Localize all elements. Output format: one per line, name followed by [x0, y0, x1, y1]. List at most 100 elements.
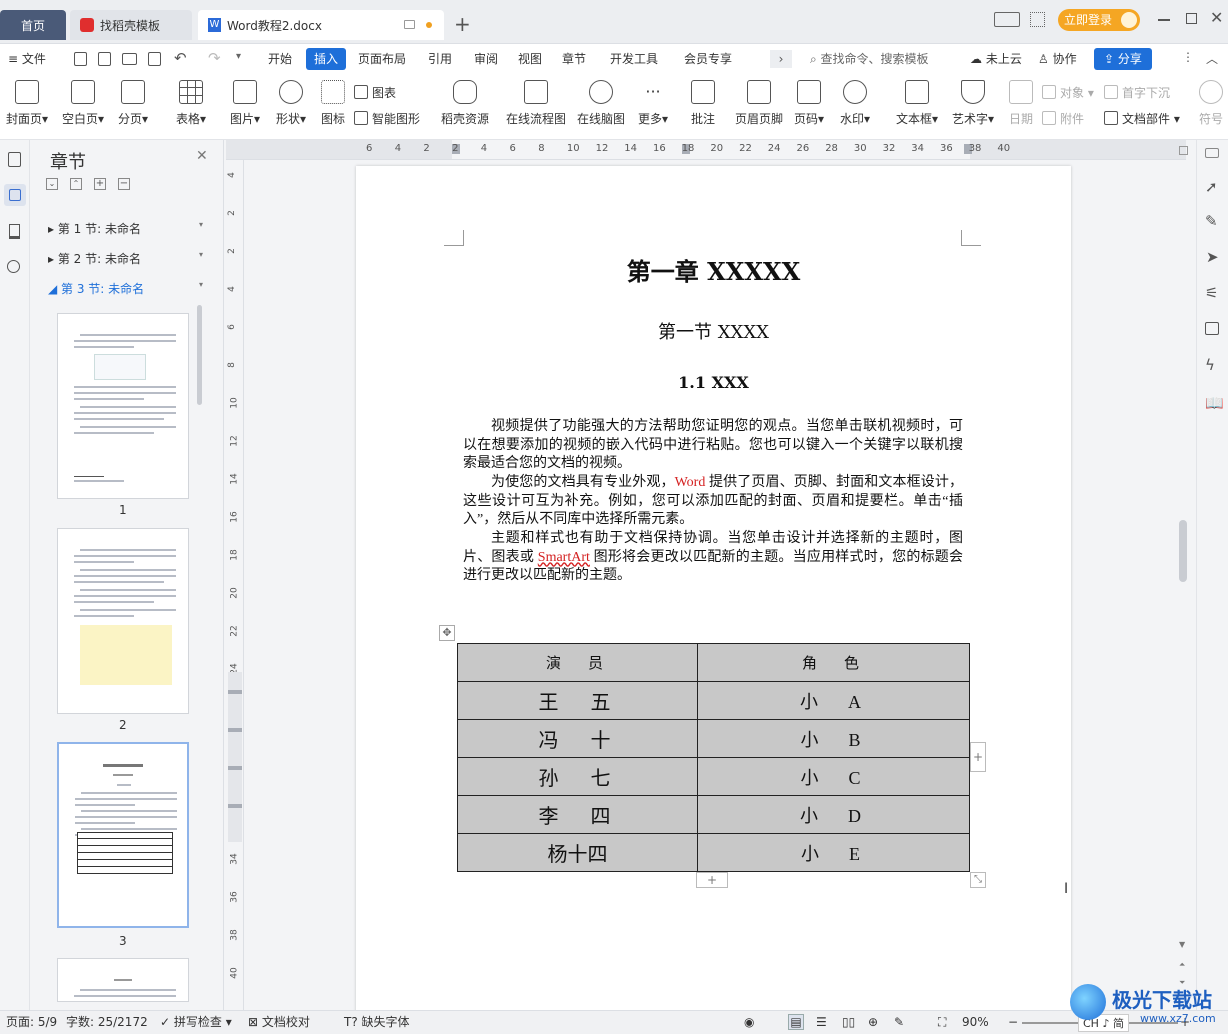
find-icon[interactable]	[7, 260, 20, 273]
layout-toggle-icon[interactable]	[994, 12, 1020, 27]
paragraph-1[interactable]: 视频提供了功能强大的方法帮助您证明您的观点。当您单击联机视频时，可以在想要添加的…	[463, 418, 963, 474]
write-view-icon[interactable]: ✎	[894, 1011, 904, 1033]
image-tool-icon[interactable]	[1205, 322, 1219, 335]
symbol-button[interactable]: 符号	[1194, 80, 1228, 127]
lightning-icon[interactable]: ϟ	[1205, 356, 1215, 374]
zoom-level[interactable]: 90%	[962, 1011, 989, 1033]
table-cell-role[interactable]: 小 E	[697, 833, 970, 872]
subsection-title[interactable]: 1.1 XXX	[356, 373, 1071, 392]
fit-page-icon[interactable]: ⛶	[938, 1011, 946, 1033]
comment-button[interactable]: 批注	[678, 80, 728, 127]
doc-parts-button[interactable]: 文档部件 ▾	[1104, 110, 1180, 127]
tab-document[interactable]: W Word教程2.docx	[198, 10, 444, 40]
menu-member[interactable]: 会员专享	[684, 44, 732, 74]
menu-developer[interactable]: 开发工具	[610, 44, 658, 74]
page-thumbnail-4[interactable]	[57, 958, 189, 1002]
panel-scrollbar[interactable]	[197, 305, 202, 405]
quick-access-dropdown-icon[interactable]: ▾	[236, 51, 241, 62]
section-menu-icon[interactable]: ▾	[199, 250, 203, 259]
monitor-icon[interactable]	[404, 20, 415, 29]
daoke-resources-button[interactable]: 稻壳资源	[440, 80, 490, 127]
web-view-icon[interactable]: ⊕	[868, 1011, 878, 1033]
section-menu-icon[interactable]: ▾	[199, 280, 203, 289]
scroll-down-arrow-icon[interactable]: ▼	[1179, 940, 1185, 949]
cast-table[interactable]: 演 员 角 色 王 五 小 A 冯 十 小 B 孙 七 小 C 李 四 小 D …	[457, 643, 970, 872]
more-options-icon[interactable]: ⋮	[1182, 50, 1194, 64]
share-button[interactable]: ⇪ 分享	[1094, 48, 1152, 70]
section-item-3[interactable]: ◢ 第 3 节: 未命名 ▾	[48, 280, 203, 297]
save-icon[interactable]	[74, 52, 87, 66]
textbox-button[interactable]: 文本框▾	[890, 80, 944, 127]
table-cell-actor[interactable]: 冯 十	[457, 719, 698, 758]
cloud-status[interactable]: ☁ 未上云	[970, 44, 1022, 74]
flowchart-button[interactable]: 在线流程图	[504, 80, 568, 127]
menu-review[interactable]: 审阅	[474, 44, 498, 74]
table-cell-actor[interactable]: 孙 七	[457, 757, 698, 796]
vertical-scrollbar[interactable]: ▼ ⏶ ⏷	[1176, 146, 1190, 1010]
table-resize-handle[interactable]: ⤡	[970, 872, 986, 888]
chart-button[interactable]: 图表	[354, 84, 396, 101]
header-cell-role[interactable]: 角 色	[697, 643, 970, 682]
menu-references[interactable]: 引用	[428, 44, 452, 74]
collaborate-button[interactable]: ♙ 协作	[1038, 44, 1077, 74]
mindmap-button[interactable]: 在线脑图	[574, 80, 628, 127]
wordart-button[interactable]: 艺术字▾	[946, 80, 1000, 127]
picture-button[interactable]: 图片▾	[220, 80, 270, 127]
document-outline-icon[interactable]	[8, 152, 21, 167]
menu-view[interactable]: 视图	[518, 44, 542, 74]
add-section-icon[interactable]: +	[94, 178, 106, 190]
word-count[interactable]: 字数: 25/2172	[66, 1011, 148, 1033]
date-button[interactable]: 日期	[996, 80, 1046, 127]
object-button[interactable]: 对象 ▾	[1042, 84, 1094, 101]
page-thumbnail-2[interactable]	[57, 528, 189, 714]
section-item-1[interactable]: ▸ 第 1 节: 未命名 ▾	[48, 220, 203, 237]
vertical-ruler[interactable]: 42246810121416182022242628303234363840	[226, 160, 244, 1010]
cover-page-button[interactable]: 封面页▾	[2, 80, 52, 127]
more-insert-button[interactable]: ··· 更多▾	[628, 80, 678, 127]
attachment-button[interactable]: 附件	[1042, 110, 1084, 127]
prev-page-icon[interactable]: ⏶	[1179, 960, 1185, 970]
chapter-nav-icon[interactable]	[4, 184, 26, 206]
close-panel-icon[interactable]: ✕	[196, 148, 208, 164]
minimize-button[interactable]	[1158, 19, 1170, 21]
tab-home[interactable]: 首页	[0, 10, 66, 40]
table-cell-role[interactable]: 小 A	[697, 681, 970, 720]
section-title[interactable]: 第一节 XXXX	[356, 318, 1071, 344]
table-cell-actor[interactable]: 王 五	[457, 681, 698, 720]
sliders-icon[interactable]: ⚟	[1205, 284, 1218, 302]
blank-page-button[interactable]: 空白页▾	[58, 80, 108, 127]
table-cell-role[interactable]: 小 B	[697, 719, 970, 758]
chapter-title[interactable]: 第一章 XXXXX	[356, 252, 1071, 287]
export-pdf-icon[interactable]	[98, 52, 111, 66]
scrollbar-top-icon[interactable]	[1179, 146, 1188, 155]
table-cell-actor[interactable]: 杨十四	[457, 833, 698, 872]
table-cell-role[interactable]: 小 C	[697, 757, 970, 796]
undo-icon[interactable]: ↶	[174, 49, 187, 67]
paragraph-3[interactable]: 主题和样式也有助于文档保持协调。当您单击设计并选择新的主题时，图片、图表或 Sm…	[463, 530, 963, 586]
page-number-button[interactable]: 页码▾	[784, 80, 834, 127]
pen-icon[interactable]: ✎	[1205, 212, 1218, 230]
outline-view-icon[interactable]: ☰	[816, 1011, 827, 1033]
redo-icon[interactable]: ↷	[208, 49, 221, 67]
new-tab-button[interactable]: +	[454, 12, 471, 36]
command-search[interactable]: ⌕ 查找命令、搜索模板	[810, 44, 929, 74]
scrollbar-thumb[interactable]	[1179, 520, 1187, 582]
settings-icon[interactable]	[1205, 148, 1219, 158]
section-item-2[interactable]: ▸ 第 2 节: 未命名 ▾	[48, 250, 203, 267]
print-preview-icon[interactable]	[148, 52, 161, 66]
apps-grid-icon[interactable]	[1030, 12, 1045, 27]
page-indicator[interactable]: 页面: 5/9	[6, 1011, 57, 1033]
add-row-button[interactable]: +	[696, 872, 728, 888]
header-footer-button[interactable]: 页眉页脚	[732, 80, 786, 127]
close-window-button[interactable]: ✕	[1210, 8, 1223, 27]
drop-cap-button[interactable]: 首字下沉	[1104, 84, 1170, 101]
select-pointer-icon[interactable]: ➤	[1206, 248, 1219, 266]
remove-section-icon[interactable]: −	[118, 178, 130, 190]
menu-scroll-right-icon[interactable]: ›	[770, 50, 792, 68]
page-thumbnail-3[interactable]	[57, 742, 189, 928]
document-page[interactable]: 第一章 XXXXX 第一节 XXXX 1.1 XXX 视频提供了功能强大的方法帮…	[356, 166, 1071, 1016]
expand-all-icon[interactable]: ⌃	[70, 178, 82, 190]
reader-icon[interactable]: 📖	[1205, 394, 1224, 412]
print-icon[interactable]	[122, 53, 137, 65]
paragraph-2[interactable]: 为使您的文档具有专业外观，Word 提供了页眉、页脚、封面和文本框设计，这些设计…	[463, 474, 963, 530]
